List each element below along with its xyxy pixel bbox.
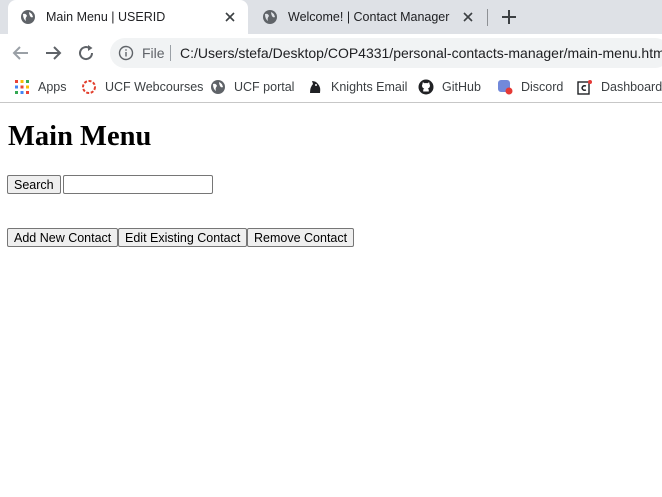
bookmark-label: Apps: [38, 80, 67, 94]
tab-title: Main Menu | USERID: [46, 10, 166, 24]
bookmarks-bar: Apps UCF Webcourses UCF portal Knights E…: [0, 72, 662, 103]
search-button[interactable]: Search: [7, 175, 61, 194]
tab-main-menu[interactable]: Main Menu | USERID: [8, 0, 248, 34]
new-tab-icon[interactable]: [500, 8, 518, 26]
dashboard-icon: [577, 80, 592, 95]
bookmark-label: Knights Email: [331, 80, 408, 94]
page-content: Main Menu Search Add New Contact Edit Ex…: [0, 103, 662, 497]
remove-contact-button[interactable]: Remove Contact: [247, 228, 355, 247]
apps-grid-icon: [15, 80, 29, 94]
close-tab-icon[interactable]: [222, 9, 238, 25]
edit-contact-button[interactable]: Edit Existing Contact: [118, 228, 248, 247]
bookmark-label: UCF Webcourses: [105, 80, 204, 94]
bookmark-label: UCF portal: [234, 80, 295, 94]
url-text[interactable]: C:/Users/stefa/Desktop/COP4331/personal-…: [180, 45, 662, 61]
bookmark-knights-email[interactable]: Knights Email: [307, 77, 407, 97]
bookmark-ucf-portal[interactable]: UCF portal: [210, 77, 294, 97]
globe-icon: [263, 10, 277, 24]
close-tab-icon[interactable]: [460, 9, 476, 25]
back-arrow-icon[interactable]: [11, 43, 31, 63]
bookmark-label: GitHub: [442, 80, 481, 94]
info-icon[interactable]: [118, 45, 134, 61]
browser-toolbar: File C:/Users/stefa/Desktop/COP4331/pers…: [0, 34, 662, 72]
bookmark-label: Discord: [521, 80, 564, 94]
bookmark-github[interactable]: GitHub: [418, 77, 481, 97]
github-icon: [418, 79, 434, 95]
reload-icon[interactable]: [76, 43, 96, 63]
bookmark-discord[interactable]: Discord: [497, 77, 563, 97]
bookmark-apps[interactable]: Apps: [14, 77, 67, 97]
discord-icon: [498, 80, 513, 95]
globe-icon: [21, 10, 35, 24]
page-title: Main Menu: [8, 121, 152, 152]
tab-strip: Main Menu | USERID Welcome! | Contact Ma…: [0, 0, 662, 34]
bookmark-label: Dashboard: [601, 80, 662, 94]
knights-icon: [310, 81, 321, 93]
tab-separator: [487, 9, 488, 26]
file-label: File: [142, 45, 165, 61]
forward-arrow-icon[interactable]: [43, 43, 63, 63]
tab-title: Welcome! | Contact Manager: [288, 10, 450, 24]
webcourses-icon: [82, 80, 96, 94]
address-bar[interactable]: File C:/Users/stefa/Desktop/COP4331/pers…: [110, 38, 662, 68]
search-input[interactable]: [63, 175, 213, 194]
address-separator: [170, 45, 171, 61]
bookmark-dashboard[interactable]: Dashboard: [577, 77, 662, 97]
globe-icon: [211, 80, 225, 94]
tab-contact-manager[interactable]: Welcome! | Contact Manager: [250, 0, 486, 34]
add-contact-button[interactable]: Add New Contact: [7, 228, 119, 247]
bookmark-ucf-webcourses[interactable]: UCF Webcourses: [81, 77, 203, 97]
